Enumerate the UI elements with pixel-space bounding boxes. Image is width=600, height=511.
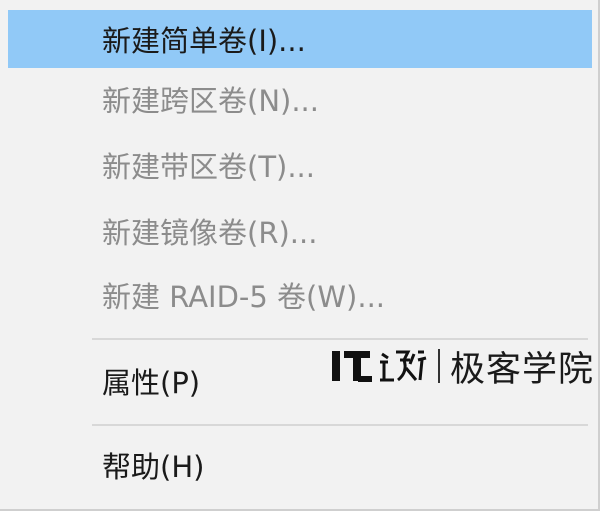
menu-item-new-striped-volume: 新建带区卷(T)... bbox=[8, 136, 592, 194]
menu-item-new-spanned-volume: 新建跨区卷(N)... bbox=[8, 70, 592, 128]
menu-item-label: 新建简单卷(I)... bbox=[102, 24, 306, 58]
watermark-divider bbox=[438, 349, 440, 383]
menu-separator bbox=[92, 424, 588, 426]
ithome-logo-icon bbox=[332, 350, 427, 382]
menu-item-label: 新建跨区卷(N)... bbox=[102, 84, 319, 118]
watermark: 极客学院 bbox=[330, 344, 594, 390]
menu-item-label: 新建 RAID-5 卷(W)... bbox=[102, 280, 386, 314]
menu-item-label: 新建镜像卷(R)... bbox=[102, 216, 318, 250]
watermark-site-name: 极客学院 bbox=[450, 349, 595, 390]
menu-item-label: 帮助(H) bbox=[102, 450, 205, 484]
ithome-logo bbox=[330, 347, 428, 385]
menu-item-label: 新建带区卷(T)... bbox=[102, 150, 315, 184]
menu-item-help[interactable]: 帮助(H) bbox=[8, 436, 592, 494]
menu-item-new-mirrored-volume: 新建镜像卷(R)... bbox=[8, 202, 592, 260]
menu-item-new-simple-volume[interactable]: 新建简单卷(I)... bbox=[8, 10, 592, 68]
menu-item-new-raid5-volume: 新建 RAID-5 卷(W)... bbox=[8, 266, 592, 324]
context-menu: 新建简单卷(I)... 新建跨区卷(N)... 新建带区卷(T)... 新建镜像… bbox=[0, 0, 600, 511]
menu-item-label: 属性(P) bbox=[102, 366, 201, 400]
